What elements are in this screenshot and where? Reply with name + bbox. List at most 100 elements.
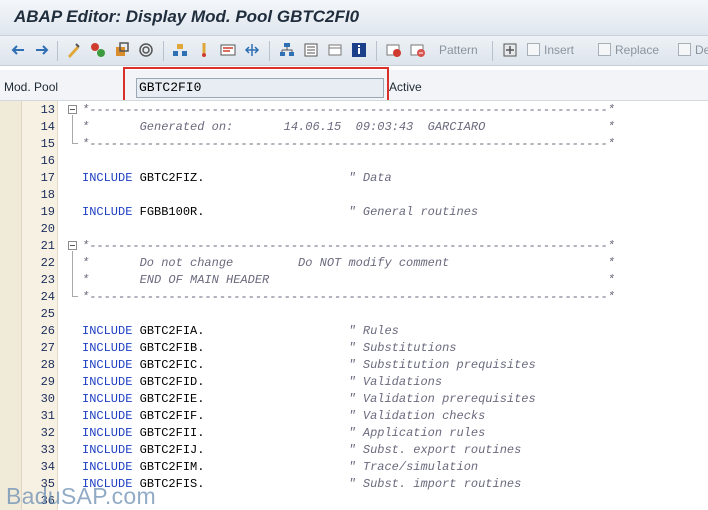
code-token: GBTC2FIM. — [132, 460, 349, 474]
toolbar-separator — [492, 41, 493, 61]
code-line[interactable]: 18 — [0, 186, 708, 203]
code-line[interactable]: 19 INCLUDE FGBB100R. " General routines — [0, 203, 708, 220]
code-editor[interactable]: 13 *-------------------------------------… — [0, 100, 708, 510]
comment-token: " Substitution prequisites — [348, 358, 536, 372]
toolbar-separator — [269, 41, 270, 61]
code-line[interactable]: 29 INCLUDE GBTC2FID. " Validations — [0, 373, 708, 390]
code-line[interactable]: 13 *-------------------------------------… — [0, 101, 708, 118]
display-object-list-icon[interactable] — [302, 41, 320, 59]
code-token: GBTC2FIS. — [132, 477, 349, 491]
info-icon[interactable] — [350, 41, 368, 59]
code-line[interactable]: 21 *-------------------------------------… — [0, 237, 708, 254]
delete-icon — [678, 43, 691, 56]
code-text: INCLUDE FGBB100R. " General routines — [82, 205, 478, 219]
line-number: 28 — [40, 358, 55, 372]
code-line[interactable]: 28 INCLUDE GBTC2FIC. " Substitution prequ… — [0, 356, 708, 373]
code-line[interactable]: 30 INCLUDE GBTC2FIE. " Validation prerequ… — [0, 390, 708, 407]
code-line[interactable]: 24 *-------------------------------------… — [0, 288, 708, 305]
code-line[interactable]: 32 INCLUDE GBTC2FII. " Application rules — [0, 424, 708, 441]
comment-token: * Do not change Do NOT modify comment * — [82, 256, 615, 270]
code-text: INCLUDE GBTC2FIC. " Substitution prequis… — [82, 358, 536, 372]
line-number: 14 — [40, 120, 55, 134]
line-number: 33 — [40, 443, 55, 457]
active-inactive-icon[interactable] — [113, 41, 131, 59]
code-line[interactable]: 25 — [0, 305, 708, 322]
fold-guide-end — [72, 143, 78, 144]
insert-icon — [527, 43, 540, 56]
keyword-token: INCLUDE — [82, 375, 133, 389]
code-token: GBTC2FIZ. — [132, 171, 349, 185]
comment-token: " Substitutions — [348, 341, 457, 355]
code-line[interactable]: 27 INCLUDE GBTC2FIB. " Substitutions — [0, 339, 708, 356]
navigation-window-icon[interactable] — [243, 41, 261, 59]
comment-token: " Subst. import routines — [348, 477, 522, 491]
code-line[interactable]: 34 INCLUDE GBTC2FIM. " Trace/simulation — [0, 458, 708, 475]
code-token: GBTC2FIE. — [132, 392, 349, 406]
program-name-field[interactable]: GBTC2FI0 — [136, 78, 384, 98]
code-token: GBTC2FIJ. — [132, 443, 349, 457]
code-token: GBTC2FIB. — [132, 341, 349, 355]
code-text: * Generated on: 14.06.15 09:03:43 GARCIA… — [82, 120, 615, 134]
comment-token: " Rules — [348, 324, 399, 338]
comment-token: * Generated on: 14.06.15 09:03:43 GARCIA… — [82, 120, 615, 134]
title-bar: ABAP Editor: Display Mod. Pool GBTC2FI0 — [0, 0, 708, 36]
enhance-icon[interactable] — [326, 41, 344, 59]
comment-token: " Trace/simulation — [348, 460, 479, 474]
keyword-token: INCLUDE — [82, 392, 133, 406]
program-header: Mod. Pool GBTC2FI0 Active — [0, 70, 708, 100]
code-text: INCLUDE GBTC2FIJ. " Subst. export routin… — [82, 443, 521, 457]
code-text: INCLUDE GBTC2FIA. " Rules — [82, 324, 399, 338]
display-change-icon[interactable] — [89, 41, 107, 59]
line-number: 24 — [40, 290, 55, 304]
set-breakpoint-icon[interactable] — [385, 41, 403, 59]
keyword-token: INCLUDE — [82, 358, 133, 372]
line-number: 29 — [40, 375, 55, 389]
application-toolbar: Pattern Insert Replace De — [0, 36, 708, 66]
back-arrow-icon[interactable] — [9, 41, 27, 59]
block-icon[interactable] — [501, 41, 519, 59]
comment-token: * END OF MAIN HEADER * — [82, 273, 615, 287]
fold-toggle-icon[interactable] — [68, 241, 77, 250]
code-line[interactable]: 20 — [0, 220, 708, 237]
forward-arrow-icon[interactable] — [33, 41, 51, 59]
code-text: * END OF MAIN HEADER * — [82, 273, 615, 287]
code-line[interactable]: 22 * Do not change Do NOT modify comment … — [0, 254, 708, 271]
code-text: INCLUDE GBTC2FID. " Validations — [82, 375, 442, 389]
code-line[interactable]: 26 INCLUDE GBTC2FIA. " Rules — [0, 322, 708, 339]
activate-icon[interactable] — [171, 41, 189, 59]
replace-icon — [598, 43, 611, 56]
code-token: GBTC2FIA. — [132, 324, 349, 338]
line-number: 17 — [40, 171, 55, 185]
object-list-icon[interactable] — [278, 41, 296, 59]
code-line[interactable]: 14 * Generated on: 14.06.15 09:03:43 GARC… — [0, 118, 708, 135]
code-token: GBTC2FII. — [132, 426, 349, 440]
line-number: 22 — [40, 256, 55, 270]
code-line[interactable]: 15 *-------------------------------------… — [0, 135, 708, 152]
comment-token: *---------------------------------------… — [82, 239, 615, 253]
code-text: *---------------------------------------… — [82, 239, 615, 253]
pattern-button[interactable]: Pattern — [439, 43, 478, 57]
other-object-icon[interactable] — [65, 41, 83, 59]
code-line[interactable]: 16 — [0, 152, 708, 169]
comment-token: " Data — [348, 171, 392, 185]
replace-button[interactable]: Replace — [598, 43, 659, 57]
delete-button[interactable]: De — [678, 43, 708, 57]
test-icon[interactable] — [195, 41, 213, 59]
fold-toggle-icon[interactable] — [68, 105, 77, 114]
where-used-icon[interactable] — [219, 41, 237, 59]
code-line[interactable]: 23 * END OF MAIN HEADER * — [0, 271, 708, 288]
code-line[interactable]: 33 INCLUDE GBTC2FIJ. " Subst. export rout… — [0, 441, 708, 458]
comment-token: " Validation checks — [348, 409, 486, 423]
code-line[interactable]: 31 INCLUDE GBTC2FIF. " Validation checks — [0, 407, 708, 424]
code-text: INCLUDE GBTC2FII. " Application rules — [82, 426, 485, 440]
comment-token: *---------------------------------------… — [82, 290, 615, 304]
session-breakpoint-icon[interactable] — [409, 41, 427, 59]
code-text: INCLUDE GBTC2FIB. " Substitutions — [82, 341, 457, 355]
code-line[interactable]: 17 INCLUDE GBTC2FIZ. " Data — [0, 169, 708, 186]
fold-guide — [72, 115, 73, 143]
line-number: 23 — [40, 273, 55, 287]
keyword-token: INCLUDE — [82, 205, 133, 219]
check-icon[interactable] — [137, 41, 155, 59]
insert-button[interactable]: Insert — [527, 43, 574, 57]
keyword-token: INCLUDE — [82, 324, 133, 338]
